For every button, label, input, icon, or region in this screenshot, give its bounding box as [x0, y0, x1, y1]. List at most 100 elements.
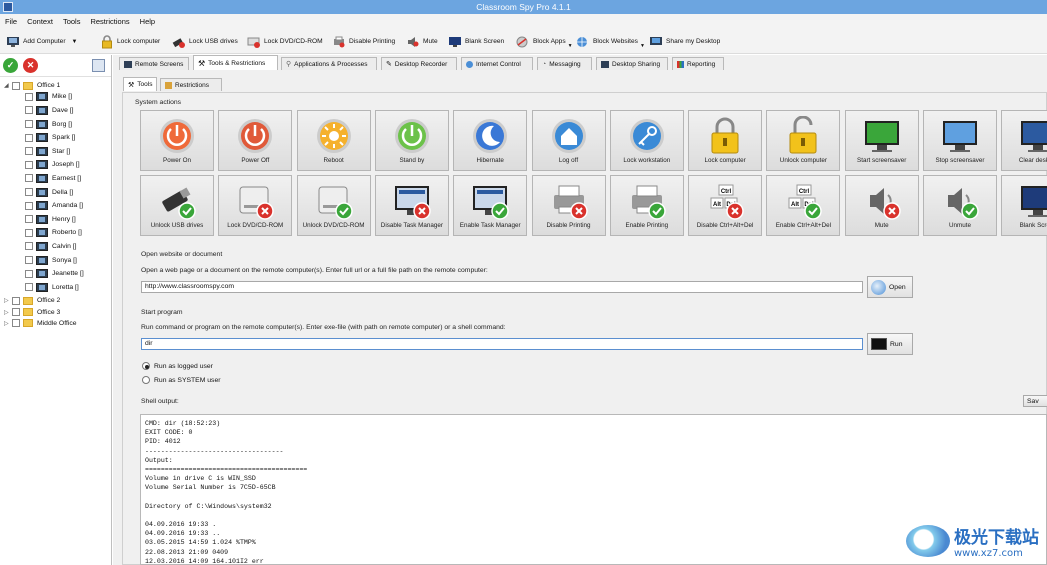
add-computer-button[interactable]: Add Computer ▼ — [6, 32, 77, 51]
tree-computer-item[interactable]: Spark [] — [25, 132, 75, 143]
lock-workstation-button[interactable]: Lock workstation — [609, 110, 684, 171]
computer-checkbox[interactable] — [25, 201, 33, 210]
lock-dvd-button[interactable]: Lock DVD/CD-ROM — [247, 32, 323, 51]
tree-computer-item[interactable]: Sonya [] — [25, 255, 77, 266]
computer-checkbox[interactable] — [25, 160, 33, 169]
group-checkbox[interactable] — [12, 319, 20, 328]
reboot-button[interactable]: Reboot — [296, 110, 371, 171]
computer-checkbox[interactable] — [25, 147, 33, 156]
check-all-icon[interactable]: ✓ — [3, 58, 18, 73]
disable-printing-button[interactable]: Disable Printing — [332, 32, 395, 51]
edit-list-icon[interactable] — [92, 59, 105, 72]
tree-computer-item[interactable]: Amanda [] — [25, 200, 83, 211]
group-checkbox[interactable] — [12, 296, 20, 305]
computer-checkbox[interactable] — [25, 256, 33, 264]
tree-computer-item[interactable]: Earnest [] — [25, 173, 81, 184]
tree-group[interactable]: ▷ Office 2 — [4, 295, 60, 306]
menu-help[interactable]: Help — [135, 14, 160, 29]
tree-computer-item[interactable]: Joseph [] — [25, 159, 80, 170]
subtab-restrictions[interactable]: Restrictions — [160, 78, 222, 91]
tab-internet-control[interactable]: Internet Control — [461, 57, 533, 70]
tree-computer-item[interactable]: Roberto [] — [25, 227, 82, 238]
lock-dvd-cd-rom-button[interactable]: Lock DVD/CD-ROM — [218, 175, 293, 236]
power-off-button[interactable]: Power Off — [218, 110, 293, 171]
computer-checkbox[interactable] — [25, 174, 33, 183]
radio-button[interactable] — [142, 362, 150, 370]
tab-tools-restrictions[interactable]: ⚒ Tools & Restrictions — [193, 55, 278, 70]
computer-checkbox[interactable] — [25, 133, 33, 142]
menu-restrictions[interactable]: Restrictions — [85, 14, 134, 29]
url-input[interactable]: http://www.classroomspy.com — [141, 281, 863, 293]
disable-ctrl-alt-del-button[interactable]: CtrlAltDelDisable Ctrl+Alt+Del — [688, 175, 763, 236]
tree-group[interactable]: ◢ Office 1 — [4, 80, 60, 91]
computer-checkbox[interactable] — [25, 215, 33, 224]
tree-computer-item[interactable]: Della [] — [25, 187, 73, 198]
tree-group[interactable]: ▷ Middle Office — [4, 318, 77, 329]
lock-computer-button[interactable]: Lock computer — [100, 32, 160, 51]
run-as-logged-user-option[interactable]: Run as logged user — [142, 362, 213, 370]
save-output-button[interactable]: Sav — [1023, 395, 1047, 407]
tree-computer-item[interactable]: Star [] — [25, 146, 70, 157]
block-apps-button[interactable]: Block Apps ▼ — [516, 32, 573, 51]
hibernate-button[interactable]: Hibernate — [453, 110, 528, 171]
computer-checkbox[interactable] — [25, 92, 33, 101]
open-button[interactable]: Open — [867, 276, 913, 298]
unlock-usb-drives-button[interactable]: Unlock USB drives — [140, 175, 214, 236]
group-checkbox[interactable] — [12, 81, 20, 90]
mute-button[interactable]: Mute — [406, 32, 438, 51]
disable-task-manager-button[interactable]: Disable Task Manager — [374, 175, 449, 236]
expand-icon[interactable]: ▷ — [4, 309, 12, 316]
computer-checkbox[interactable] — [25, 269, 33, 278]
tab-desktop-sharing[interactable]: Desktop Sharing — [596, 57, 668, 70]
tab-remote-screens[interactable]: Remote Screens — [119, 57, 189, 70]
computer-checkbox[interactable] — [25, 228, 33, 237]
computer-checkbox[interactable] — [25, 283, 33, 292]
block-websites-button[interactable]: Block Websites ▼ — [576, 32, 645, 51]
enable-ctrl-alt-del-button[interactable]: CtrlAltDelEnable Ctrl+Alt+Del — [766, 175, 841, 236]
expand-icon[interactable]: ▷ — [4, 297, 12, 304]
blank-screen-button[interactable]: Blank Screen — [448, 32, 504, 51]
tree-computer-item[interactable]: Calvin [] — [25, 241, 77, 252]
stop-screensaver-button[interactable]: Stop screensaver — [923, 110, 997, 171]
tab-desktop-recorder[interactable]: ✎ Desktop Recorder — [381, 57, 457, 70]
power-on-button[interactable]: Power On — [140, 110, 214, 171]
tab-reporting[interactable]: Reporting — [672, 57, 724, 70]
clear-desktop-button[interactable]: Clear desktop — [1001, 110, 1047, 171]
tree-computer-item[interactable]: Jeanette [] — [25, 268, 84, 279]
lock-usb-button[interactable]: Lock USB drives — [172, 32, 238, 51]
menu-tools[interactable]: Tools — [58, 14, 86, 29]
run-as-system-user-option[interactable]: Run as SYSTEM user — [142, 376, 220, 384]
tree-group[interactable]: ▷ Office 3 — [4, 307, 60, 318]
share-desktop-button[interactable]: Share my Desktop — [649, 32, 720, 51]
enable-task-manager-button[interactable]: Enable Task Manager — [453, 175, 528, 236]
computer-checkbox[interactable] — [25, 120, 33, 128]
stand-by-button[interactable]: Stand by — [374, 110, 449, 171]
computer-checkbox[interactable] — [25, 188, 33, 196]
blank-screen-button[interactable]: Blank Screen — [1001, 175, 1047, 236]
radio-button[interactable] — [142, 376, 150, 384]
computer-checkbox[interactable] — [25, 242, 33, 251]
computer-checkbox[interactable] — [25, 106, 33, 115]
enable-printing-button[interactable]: Enable Printing — [609, 175, 684, 236]
mute-button[interactable]: Mute — [844, 175, 919, 236]
group-checkbox[interactable] — [12, 308, 20, 317]
command-input[interactable]: dir — [141, 338, 863, 350]
subtab-tools[interactable]: ⚒ Tools — [123, 77, 157, 91]
expand-icon[interactable]: ▷ — [4, 320, 12, 327]
tree-computer-item[interactable]: Mike [] — [25, 91, 72, 102]
start-screensaver-button[interactable]: Start screensaver — [844, 110, 919, 171]
log-off-button[interactable]: Log off — [531, 110, 606, 171]
tree-computer-item[interactable]: Henry [] — [25, 214, 76, 225]
menu-context[interactable]: Context — [22, 14, 58, 29]
unlock-computer-button[interactable]: Unlock computer — [766, 110, 841, 171]
tree-computer-item[interactable]: Borg [] — [25, 119, 72, 130]
run-button[interactable]: Run — [867, 333, 913, 355]
tab-applications-processes[interactable]: ⚲ Applications & Processes — [281, 57, 377, 70]
unlock-dvd-cd-rom-button[interactable]: Unlock DVD/CD-ROM — [296, 175, 371, 236]
uncheck-all-icon[interactable]: ✕ — [23, 58, 38, 73]
lock-computer-button[interactable]: Lock computer — [688, 110, 763, 171]
collapse-icon[interactable]: ◢ — [4, 82, 12, 89]
unmute-button[interactable]: Unmute — [923, 175, 997, 236]
menu-file[interactable]: File — [0, 14, 22, 29]
tree-computer-item[interactable]: Loretta [] — [25, 282, 79, 293]
